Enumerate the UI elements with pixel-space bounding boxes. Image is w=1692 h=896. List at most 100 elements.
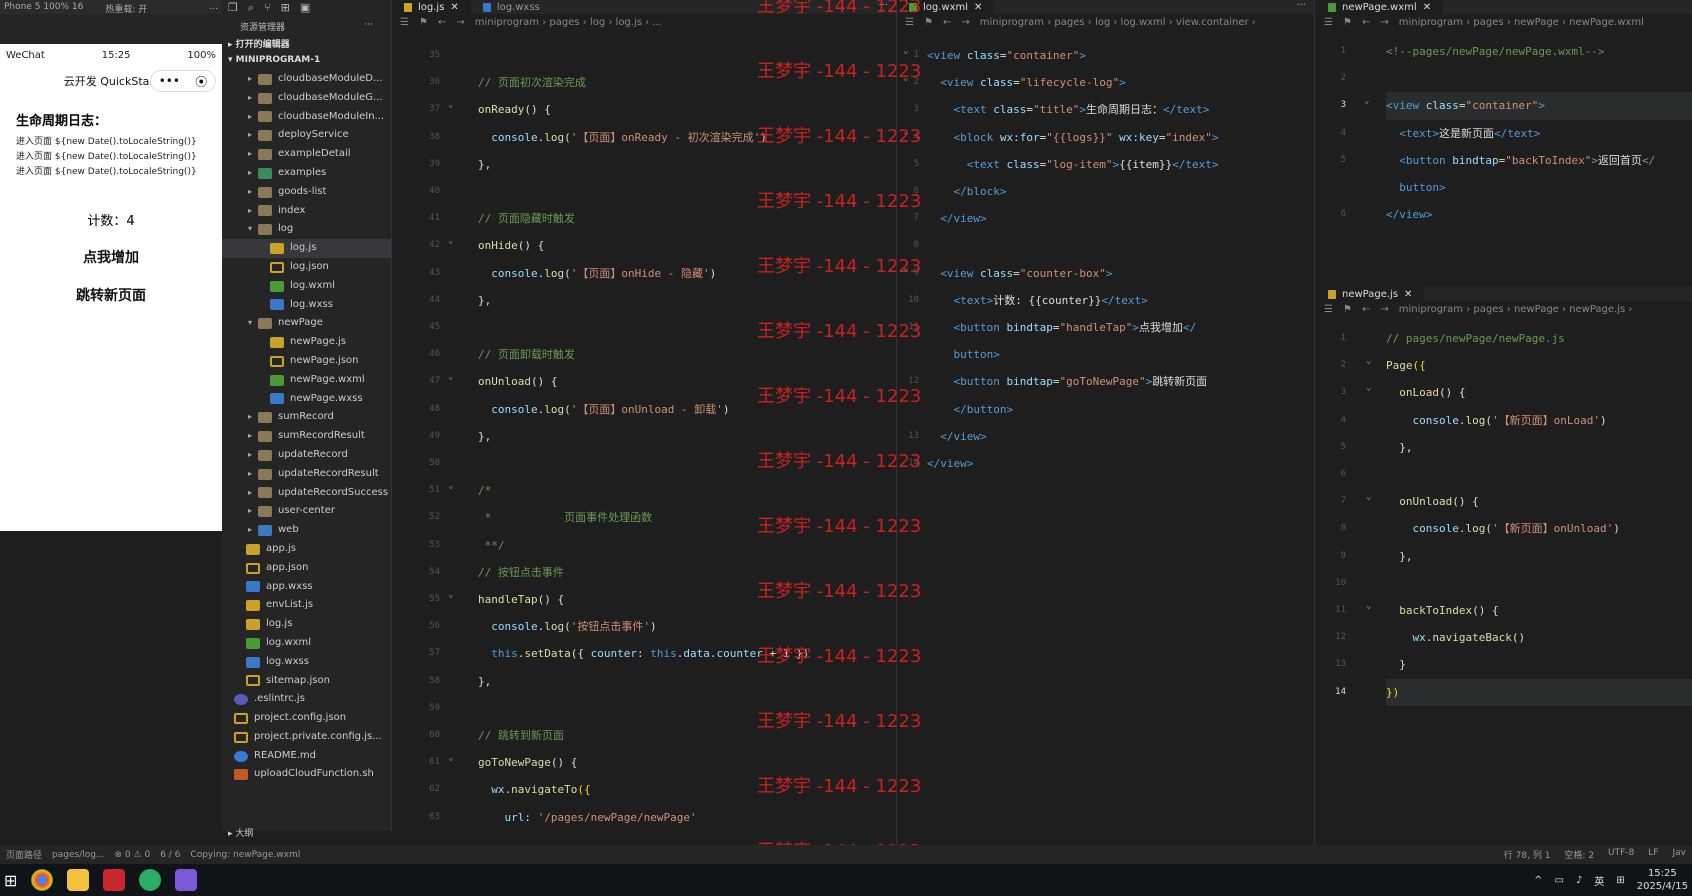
fold-chevron-icon[interactable]: ⌄ (1366, 383, 1371, 393)
files-icon[interactable]: ❐ (228, 1, 238, 14)
code-line[interactable]: <text>计数: {{counter}}</text> (927, 287, 1148, 314)
chevron-icon[interactable]: ▸ (248, 126, 258, 145)
tree-item[interactable]: ▸ index (222, 202, 391, 221)
code-line[interactable]: console.log('【页面】onHide - 隐藏') (478, 260, 716, 287)
code-line[interactable]: </button> (927, 396, 1014, 423)
chevron-icon[interactable]: ▸ (248, 446, 258, 465)
code-line[interactable]: <button bindtap="backToIndex">返回首页</ (1386, 147, 1655, 174)
tab[interactable]: newPage.wxml ✕ (1316, 0, 1444, 14)
open-editors-section[interactable]: ▸ 打开的编辑器 (222, 34, 391, 52)
split-icon[interactable]: ☰ (400, 17, 409, 28)
code-line[interactable]: button> (1386, 174, 1445, 201)
code-line[interactable]: /* (478, 477, 491, 504)
chrome-icon[interactable] (31, 869, 54, 891)
bookmark-icon[interactable]: ⚑ (924, 17, 933, 28)
tree-item[interactable]: ▸ exampleDetail (222, 145, 391, 164)
chevron-icon[interactable]: ▸ (248, 408, 258, 427)
code-line[interactable]: }, (478, 151, 491, 178)
page-path[interactable]: pages/log... (52, 850, 105, 860)
chevron-icon[interactable]: ▸ (248, 89, 258, 108)
code-line[interactable]: <view class="container"> (927, 42, 1086, 69)
language-mode[interactable]: Jav (1673, 848, 1687, 861)
fold-chevron-icon[interactable]: ⌄ (1366, 492, 1371, 502)
code-line[interactable]: onLoad() { (1386, 379, 1465, 406)
fold-chevron-icon[interactable]: ⌄ (1366, 601, 1371, 611)
tree-item[interactable]: ▸ web (222, 521, 391, 540)
code-line[interactable]: <text class="title">生命周期日志：</text> (927, 96, 1210, 123)
back-icon[interactable]: ← (438, 17, 446, 28)
tree-item[interactable]: README.md (222, 747, 391, 766)
close-icon[interactable]: ✕ (1423, 2, 1431, 13)
chevron-icon[interactable]: ▸ (248, 108, 258, 127)
tree-item[interactable]: log.wxss (222, 653, 391, 672)
code-line[interactable]: wx.navigateTo({ (478, 776, 590, 803)
chevron-icon[interactable]: ▸ (248, 164, 258, 183)
code-line[interactable]: console.log('【页面】onUnload - 卸载') (478, 396, 729, 423)
tree-item[interactable]: ▾ newPage (222, 314, 391, 333)
tree-item[interactable]: ▸ cloudbaseModuleG... (222, 89, 391, 108)
code-line[interactable]: }, (478, 668, 491, 695)
back-icon[interactable]: ← (1362, 17, 1370, 28)
fold-chevron-icon[interactable]: ⌄ (903, 46, 908, 56)
code-area[interactable]: 1 <view class="container"> 2 <view class="… (897, 42, 1315, 842)
code-line[interactable]: * 页面事件处理函数 (478, 504, 652, 531)
tab[interactable]: newPage.js ✕ (1316, 287, 1425, 301)
code-line[interactable]: <text>这是新页面</text> (1386, 120, 1540, 147)
bookmark-icon[interactable]: ⚑ (1343, 17, 1352, 28)
wechat-devtools-icon[interactable] (139, 869, 162, 891)
code-line[interactable]: }, (1386, 543, 1412, 570)
forward-icon[interactable]: → (456, 17, 464, 28)
chevron-icon[interactable]: ▸ (248, 183, 258, 202)
tree-item[interactable]: ▸ updateRecordResult (222, 465, 391, 484)
tree-item[interactable]: newPage.js (222, 333, 391, 352)
forward-icon[interactable]: → (961, 17, 969, 28)
code-line[interactable]: </view> (927, 423, 986, 450)
code-line[interactable]: url: '/pages/newPage/newPage' (478, 804, 697, 831)
tree-item[interactable]: ▸ deployService (222, 126, 391, 145)
tree-item[interactable]: newPage.json (222, 352, 391, 371)
code-line[interactable]: <text class="log-item">{{item}}</text> (927, 151, 1219, 178)
forward-icon[interactable]: → (1380, 17, 1388, 28)
chevron-icon[interactable]: ▸ (248, 70, 258, 89)
chevron-icon[interactable]: ▸ (248, 465, 258, 484)
close-icon[interactable]: ✕ (1404, 289, 1412, 300)
code-line[interactable]: <view class="counter-box"> (927, 260, 1112, 287)
simulator-more-button[interactable]: ... (209, 2, 218, 12)
code-line[interactable]: // 按钮点击事件 (478, 559, 564, 586)
code-line[interactable]: // 页面卸载时触发 (478, 341, 575, 368)
code-line[interactable]: <!--pages/newPage/newPage.wxml--> (1386, 38, 1605, 65)
breadcrumb-path[interactable]: miniprogram › pages › newPage › newPage.… (1399, 304, 1633, 315)
file-explorer-icon[interactable] (67, 869, 90, 891)
code-line[interactable]: <block wx:for="{{logs}}" wx:key="index"> (927, 124, 1219, 151)
fold-chevron-icon[interactable]: ⌄ (448, 481, 453, 491)
windows-start-icon[interactable]: ⊞ (4, 871, 17, 890)
code-line[interactable]: }) (1386, 678, 1692, 706)
more-icon[interactable]: ••• (159, 74, 180, 88)
tree-item[interactable]: envList.js (222, 596, 391, 615)
project-section[interactable]: ▾ MINIPROGRAM-1 (222, 52, 391, 70)
code-line[interactable]: </view> (927, 450, 973, 477)
tree-item[interactable]: ▸ updateRecordSuccess (222, 484, 391, 503)
grid-icon[interactable]: ⊞ (1616, 875, 1624, 886)
wps-icon[interactable] (103, 869, 126, 891)
tree-item[interactable]: ▸ updateRecord (222, 446, 391, 465)
fold-chevron-icon[interactable]: ⌄ (448, 236, 453, 246)
eol[interactable]: LF (1648, 848, 1658, 861)
tree-item[interactable]: ▸ goods-list (222, 183, 391, 202)
cursor-position[interactable]: 行 78, 列 1 (1504, 848, 1551, 861)
close-icon[interactable]: ✕ (450, 2, 458, 13)
tree-item[interactable]: log.wxss (222, 296, 391, 315)
tab[interactable]: log.js ✕ (392, 0, 471, 14)
tree-item[interactable]: ▸ cloudbaseModuleIn... (222, 108, 391, 127)
page-path-label[interactable]: 页面路径 (6, 848, 42, 861)
code-line[interactable]: wx.navigateBack() (1386, 624, 1526, 651)
tree-item[interactable]: sitemap.json (222, 672, 391, 691)
split-icon[interactable]: ☰ (1324, 304, 1333, 315)
bookmark-icon[interactable]: ⚑ (1343, 304, 1352, 315)
code-line[interactable]: onUnload() { (1386, 488, 1478, 515)
code-line[interactable]: <view class="container"> (1386, 92, 1692, 120)
device-selector[interactable]: Phone 5 100% 16 (4, 2, 83, 12)
hot-reload-toggle[interactable]: 热重载: 开 (105, 2, 147, 15)
app-icon[interactable] (175, 869, 198, 891)
tree-item[interactable]: log.wxml (222, 634, 391, 653)
